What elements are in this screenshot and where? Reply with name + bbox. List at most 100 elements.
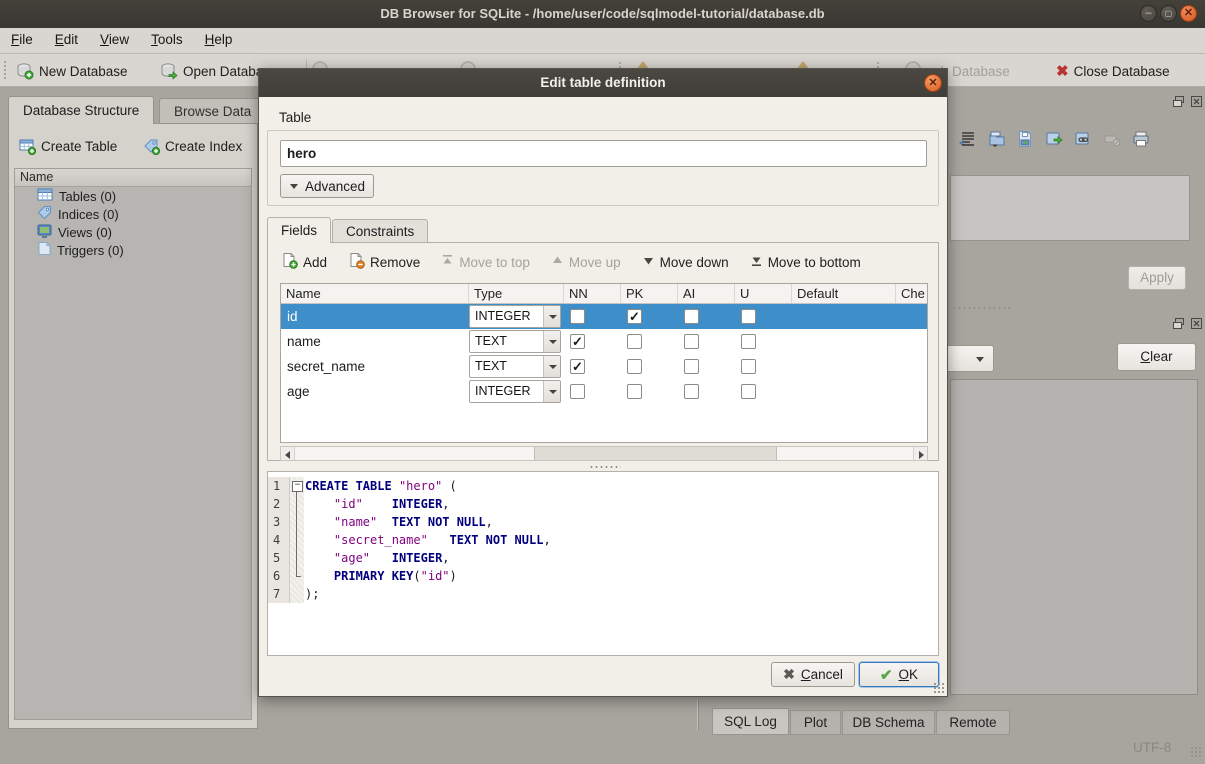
pk-checkbox[interactable]: ✓ — [627, 309, 642, 324]
create-index-button[interactable]: Create Index — [143, 135, 242, 157]
tree-item-triggers-0[interactable]: Triggers (0) — [15, 241, 251, 259]
dialog-titlebar[interactable]: Edit table definition — [259, 69, 947, 97]
cancel-button[interactable]: ✖ Cancel — [771, 662, 855, 687]
ai-checkbox[interactable] — [684, 309, 699, 324]
field-type-dropdown[interactable]: TEXT — [469, 330, 561, 353]
add-button[interactable]: Add — [281, 252, 327, 272]
tab-fields[interactable]: Fields — [267, 217, 331, 243]
field-name-cell[interactable]: name — [281, 329, 469, 354]
tree-header-name[interactable]: Name — [15, 169, 251, 187]
ai-checkbox[interactable] — [684, 384, 699, 399]
table-name-input[interactable]: hero — [280, 140, 927, 167]
export-icon[interactable] — [1016, 130, 1034, 151]
button-label: Remove — [370, 255, 420, 270]
tree-item-tables-0[interactable]: Tables (0) — [15, 187, 251, 205]
column-header-type[interactable]: Type — [469, 284, 564, 303]
clear-log-button[interactable]: Clear — [1117, 343, 1196, 371]
dock-close-icon[interactable] — [1190, 317, 1203, 330]
dialog-close-button[interactable]: ✕ — [924, 74, 942, 92]
pk-checkbox[interactable] — [627, 384, 642, 399]
print-icon[interactable] — [1132, 130, 1150, 151]
bottom-tab-plot[interactable]: Plot — [790, 710, 841, 735]
dock-float-icon[interactable] — [1172, 95, 1185, 108]
field-type-dropdown[interactable]: INTEGER — [469, 305, 561, 328]
tree-item-views-0[interactable]: Views (0) — [15, 223, 251, 241]
column-header-pk[interactable]: PK — [621, 284, 678, 303]
nn-checkbox[interactable] — [570, 384, 585, 399]
column-header-nn[interactable]: NN — [564, 284, 621, 303]
import-icon[interactable] — [987, 130, 1005, 151]
column-header-name[interactable]: Name — [281, 284, 469, 303]
field-type-dropdown[interactable]: TEXT — [469, 355, 561, 378]
advanced-button[interactable]: Advanced — [280, 174, 374, 198]
close-database-button[interactable]: ✖ Close Database — [1056, 59, 1170, 83]
fields-hscrollbar[interactable] — [280, 446, 928, 461]
u-checkbox[interactable] — [741, 359, 756, 374]
tree-item-indices-0[interactable]: Indices (0) — [15, 205, 251, 223]
field-row-name[interactable]: nameTEXT ✓ — [281, 329, 927, 354]
scroll-left-arrow[interactable] — [281, 447, 295, 460]
field-type-dropdown[interactable]: INTEGER — [469, 380, 561, 403]
menu-tools[interactable]: Tools — [140, 28, 194, 52]
toolbar-drag-handle[interactable] — [3, 60, 7, 81]
field-name-cell[interactable]: age — [281, 379, 469, 404]
ai-checkbox[interactable] — [684, 359, 699, 374]
tab-browse-data[interactable]: Browse Data — [159, 98, 258, 124]
remove-button[interactable]: Remove — [348, 252, 420, 272]
close-button[interactable]: ✕ — [1180, 5, 1197, 22]
fold-marker-icon[interactable] — [290, 477, 304, 495]
column-header-che[interactable]: Che — [896, 284, 928, 303]
menu-edit[interactable]: Edit — [44, 28, 89, 52]
scroll-right-arrow[interactable] — [913, 447, 927, 460]
field-name-cell[interactable]: id — [281, 304, 469, 329]
link-icon[interactable] — [1074, 130, 1092, 151]
fields-table-header[interactable]: NameTypeNNPKAIUDefaultChe — [281, 284, 927, 304]
menu-help[interactable]: Help — [194, 28, 244, 52]
dialog-resize-grip[interactable] — [933, 682, 944, 693]
column-header-u[interactable]: U — [735, 284, 792, 303]
column-header-default[interactable]: Default — [792, 284, 896, 303]
tab-database-structure[interactable]: Database Structure — [8, 96, 154, 124]
menu-view[interactable]: View — [89, 28, 140, 52]
field-row-secret-name[interactable]: secret_nameTEXT ✓ — [281, 354, 927, 379]
ok-button[interactable]: ✔ OK — [859, 662, 939, 687]
bottom-tab-sql-log[interactable]: SQL Log — [712, 708, 789, 735]
u-checkbox[interactable] — [741, 309, 756, 324]
create-table-button[interactable]: Create Table — [19, 135, 117, 157]
dialog-splitter-handle[interactable] — [589, 465, 621, 469]
tab-constraints[interactable]: Constraints — [332, 219, 428, 243]
dock-close-icon[interactable] — [1190, 95, 1203, 108]
move-to-bottom-button[interactable]: Move to bottom — [750, 252, 861, 272]
apply-cell-icon[interactable] — [1045, 130, 1063, 151]
nn-checkbox[interactable]: ✓ — [570, 334, 585, 349]
window-resize-grip[interactable] — [1190, 746, 1202, 758]
minimize-button[interactable]: – — [1140, 5, 1157, 22]
dock-float-icon[interactable] — [1172, 317, 1185, 330]
create-index-label: Create Index — [165, 139, 242, 154]
u-checkbox[interactable] — [741, 334, 756, 349]
new-database-button[interactable]: New Database — [16, 59, 128, 83]
edit-cell-text-area[interactable] — [950, 175, 1190, 241]
nn-checkbox[interactable] — [570, 309, 585, 324]
bottom-tab-db-schema[interactable]: DB Schema — [842, 710, 935, 735]
field-row-age[interactable]: ageINTEGER — [281, 379, 927, 404]
scrollbar-thumb[interactable] — [534, 447, 777, 460]
column-header-ai[interactable]: AI — [678, 284, 735, 303]
sql-code: "name" TEXT NOT NULL, — [304, 513, 493, 531]
nn-checkbox[interactable]: ✓ — [570, 359, 585, 374]
apply-button: Apply — [1128, 266, 1186, 290]
ai-checkbox[interactable] — [684, 334, 699, 349]
move-down-button[interactable]: Move down — [642, 252, 729, 272]
field-name-cell[interactable]: secret_name — [281, 354, 469, 379]
maximize-button[interactable]: ▢ — [1160, 5, 1177, 22]
dock-splitter-handle[interactable] — [952, 306, 1012, 310]
field-row-id[interactable]: idINTEGER ✓ — [281, 304, 927, 329]
u-checkbox[interactable] — [741, 384, 756, 399]
menu-file[interactable]: File — [0, 28, 44, 52]
pk-checkbox[interactable] — [627, 359, 642, 374]
bottom-tab-remote[interactable]: Remote — [936, 710, 1010, 735]
sql-log-area[interactable] — [950, 379, 1198, 695]
dock-controls — [1172, 317, 1203, 330]
mode-icon[interactable] — [958, 130, 976, 151]
pk-checkbox[interactable] — [627, 334, 642, 349]
